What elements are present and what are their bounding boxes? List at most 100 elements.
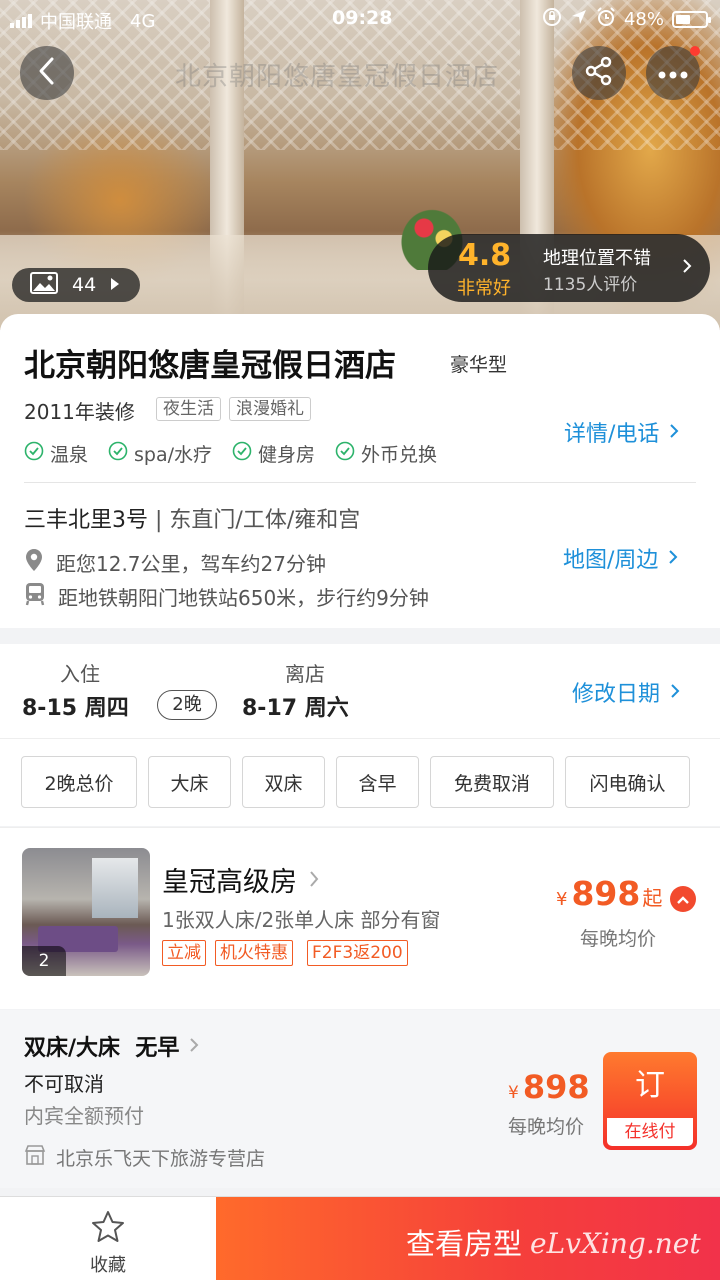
rate-plan-price-value: 898 [522,1068,590,1106]
promo-tag: 立减 [162,940,206,966]
filter-chip-free-cancel[interactable]: 免费取消 [430,756,554,808]
rating-summary[interactable]: 4.8 非常好 地理位置不错 1135人评价 [428,234,710,302]
chevron-left-icon [36,56,58,90]
filter-chip-total-price[interactable]: 2晚总价 [21,756,137,808]
modify-dates-label: 修改日期 [572,682,661,707]
back-button[interactable] [20,46,74,100]
rate-plan-price: ¥ 898 [508,1068,590,1106]
facility-item: 外币兑换 [335,440,437,467]
chevron-up-icon [676,890,690,909]
more-dots-icon [658,64,688,83]
rate-plan-title-label: 双床/大床 无早 [24,1036,180,1061]
view-rooms-label: 查看房型 [406,1227,523,1261]
collapse-button[interactable] [670,886,696,912]
battery-percent: 48% [623,9,664,30]
battery-icon [672,11,711,28]
bus-icon [24,582,46,611]
chevron-right-icon [668,546,678,571]
room-photo-count: 2 [22,946,66,976]
cancel-policy: 不可取消 [24,1072,104,1096]
favorite-label: 收藏 [90,1255,126,1276]
star-icon [90,1209,126,1249]
store-icon [24,1145,46,1170]
photo-gallery-button[interactable]: 44 [12,268,140,302]
map-nearby-link[interactable]: 地图/周边 [563,542,678,574]
status-bar: 中国联通 4G 09:28 48% [0,0,720,38]
distance-row: 距您12.7公里，驾车约27分钟 [24,548,326,577]
favorite-button[interactable]: 收藏 [0,1197,216,1280]
currency-symbol: ¥ [508,1083,519,1103]
more-button[interactable] [646,46,700,100]
room-price-suffix: 起 [642,886,663,910]
clock: 09:28 [332,7,393,29]
nights-badge: 2晚 [157,690,217,720]
hero-watermark: 北京朝阳悠唐皇冠假日酒店 [175,62,500,92]
location-pin-icon [24,548,44,577]
filter-chip-instant-confirm[interactable]: 闪电确认 [565,756,690,808]
map-nearby-label: 地图/周边 [563,548,659,573]
room-name-label: 皇冠高级房 [162,867,297,898]
address-separator: | [155,508,170,533]
bottom-action-bar: 收藏 查看房型 eLvXing.net [0,1196,720,1280]
rate-plan-row[interactable]: 双床/大床 无早 不可取消 内宾全额预付 北京乐飞天下旅游专营店 ¥ 898 每… [0,1010,720,1188]
room-description: 1张双人床/2张单人床 部分有窗 [162,908,441,932]
room-thumbnail[interactable]: 2 [22,848,150,976]
play-triangle-icon [110,274,120,296]
details-phone-label: 详情/电话 [564,422,660,447]
check-circle-icon [232,441,252,466]
date-selector[interactable]: 入住 8-15 周四 2晚 离店 8-17 周六 修改日期 [0,644,720,738]
checkout-label: 离店 [285,662,325,686]
filter-chip-twin-bed[interactable]: 双床 [242,756,325,808]
rate-plan-title: 双床/大床 无早 [24,1030,199,1062]
hotel-info-card: 北京朝阳悠唐皇冠假日酒店 豪华型 2011年装修 夜生活 浪漫婚礼 温泉 spa… [0,314,720,628]
facility-item: 健身房 [232,440,315,467]
facility-label: 温泉 [50,444,89,466]
hotel-grade: 豪华型 [450,354,508,376]
room-avg-label: 每晚均价 [580,928,657,950]
metro-text: 距地铁朝阳门地铁站650米，步行约9分钟 [58,586,429,610]
modify-dates-link[interactable]: 修改日期 [572,676,680,708]
signal-icon [10,14,32,28]
book-button-sublabel: 在线付 [607,1118,693,1146]
filter-chip-breakfast[interactable]: 含早 [336,756,419,808]
hotel-tag: 夜生活 [156,397,221,421]
address-street: 三丰北里3号 [24,508,148,533]
share-button[interactable] [572,46,626,100]
carrier-name: 中国联通 [40,12,112,33]
chevron-right-icon [670,680,680,705]
view-rooms-button[interactable]: 查看房型 eLvXing.net [216,1197,720,1280]
hotel-address: 三丰北里3号 | 东直门/工体/雍和宫 [24,502,360,534]
distance-text: 距您12.7公里，驾车约27分钟 [56,552,326,576]
room-type-card[interactable]: 2 皇冠高级房 1张双人床/2张单人床 部分有窗 立减 机火特惠 F2F3返20… [0,827,720,1009]
chevron-right-icon [189,1034,199,1059]
facility-item: 温泉 [24,440,88,467]
facility-label: spa/水疗 [134,444,213,466]
room-window-decor [92,858,138,918]
checkout-date: 8-17 周六 [242,696,349,721]
filter-chip-king-bed[interactable]: 大床 [148,756,231,808]
divider [24,482,696,483]
rating-location-text: 地理位置不错 [543,248,651,269]
chevron-right-icon [682,258,692,278]
facility-label: 外币兑换 [361,444,438,466]
image-icon [30,271,58,299]
chevron-right-icon [309,864,319,895]
book-button-label: 订 [635,1068,665,1103]
alarm-icon [596,7,616,32]
location-arrow-icon [570,8,588,31]
rotation-lock-icon [542,7,562,32]
room-filter-bar: 2晚总价 大床 双床 含早 免费取消 闪电确认 [0,738,720,826]
seller-shop: 北京乐飞天下旅游专营店 [24,1144,265,1171]
checkin-date: 8-15 周四 [22,696,129,721]
room-price: ¥ 898 起 [556,874,662,913]
check-circle-icon [24,441,44,466]
book-button[interactable]: 订 在线付 [603,1052,697,1150]
details-phone-link[interactable]: 详情/电话 [564,416,679,448]
hotel-tag: 浪漫婚礼 [229,397,311,421]
checkin-label: 入住 [60,662,100,686]
rate-plan-avg-label: 每晚均价 [508,1116,585,1138]
check-circle-icon [108,441,128,466]
renovation-year: 2011年装修 [24,400,135,424]
notification-dot [690,46,700,56]
status-right: 48% [542,7,711,32]
